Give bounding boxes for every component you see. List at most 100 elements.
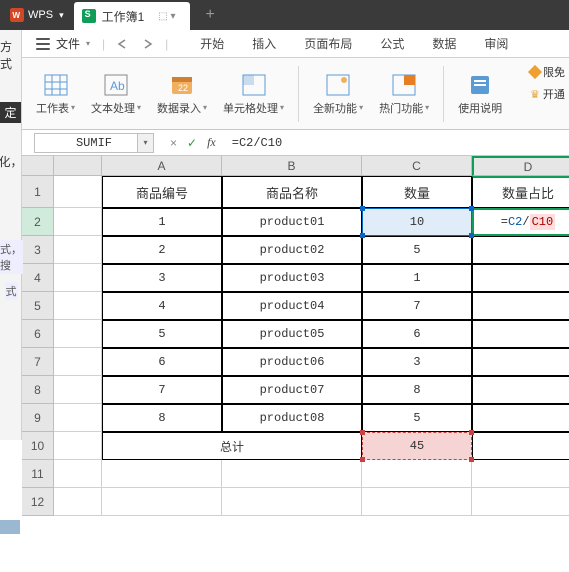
file-menu[interactable]: 文件 ▾ xyxy=(30,35,96,52)
tab-start[interactable]: 开始 xyxy=(186,30,238,57)
tool-hot-features[interactable]: 热门功能▾ xyxy=(373,64,435,123)
cell-D5[interactable] xyxy=(472,292,569,320)
cell-B12[interactable] xyxy=(222,488,362,516)
cancel-formula-button[interactable]: × xyxy=(170,136,177,150)
select-all-corner[interactable] xyxy=(22,156,54,176)
row-header-2[interactable]: 2 xyxy=(22,208,54,236)
open-vip[interactable]: ♛开通 xyxy=(530,86,565,102)
cell-B4[interactable]: product03 xyxy=(222,264,362,292)
tab-insert[interactable]: 插入 xyxy=(238,30,290,57)
fx-button[interactable]: fx xyxy=(207,135,216,150)
cell-A12[interactable] xyxy=(102,488,222,516)
cell-C12[interactable] xyxy=(362,488,472,516)
cell-A8[interactable]: 7 xyxy=(102,376,222,404)
cell-D8[interactable] xyxy=(472,376,569,404)
tool-help[interactable]: 使用说明 xyxy=(452,64,508,123)
cell-D2-editing[interactable]: =C2/C10 xyxy=(472,208,569,236)
tool-worksheet[interactable]: 工作表▾ xyxy=(30,64,81,123)
separator xyxy=(443,66,444,122)
cell-B6[interactable]: product05 xyxy=(222,320,362,348)
undo-icon[interactable] xyxy=(115,36,131,52)
cell-B9[interactable]: product08 xyxy=(222,404,362,432)
cell-B2[interactable]: product01 xyxy=(222,208,362,236)
cell-A4[interactable]: 3 xyxy=(102,264,222,292)
cell-B7[interactable]: product06 xyxy=(222,348,362,376)
cell-AB10-total[interactable]: 总计 xyxy=(102,432,362,460)
header-cell-C[interactable]: 数量 xyxy=(362,176,472,208)
col-header-A[interactable]: A xyxy=(102,156,222,176)
cell-D7[interactable] xyxy=(472,348,569,376)
tool-text-processing[interactable]: Ab 文本处理▾ xyxy=(85,64,147,123)
gutter-cell xyxy=(54,264,102,292)
row-header-5[interactable]: 5 xyxy=(22,292,54,320)
cell-A11[interactable] xyxy=(102,460,222,488)
row-header-6[interactable]: 6 xyxy=(22,320,54,348)
tab-page-layout[interactable]: 页面布局 xyxy=(290,30,366,57)
new-tab-button[interactable]: + xyxy=(190,6,231,24)
cell-C4[interactable]: 1 xyxy=(362,264,472,292)
cell-C10[interactable]: 45 xyxy=(362,432,472,460)
cell-C5[interactable]: 7 xyxy=(362,292,472,320)
cell-C3[interactable]: 5 xyxy=(362,236,472,264)
cell-A7[interactable]: 6 xyxy=(102,348,222,376)
cell-C2[interactable]: 10 xyxy=(362,208,472,236)
row-header-7[interactable]: 7 xyxy=(22,348,54,376)
document-name: 工作簿1 xyxy=(102,8,145,25)
cell-D10[interactable] xyxy=(472,432,569,460)
tool-cell-processing[interactable]: 单元格处理▾ xyxy=(217,64,290,123)
cell-D12[interactable] xyxy=(472,488,569,516)
col-header-C[interactable]: C xyxy=(362,156,472,176)
row-header-1[interactable]: 1 xyxy=(22,176,54,208)
header-cell-B[interactable]: 商品名称 xyxy=(222,176,362,208)
cell-B8[interactable]: product07 xyxy=(222,376,362,404)
spreadsheet-grid[interactable]: A B C D 1 商品编号 商品名称 数量 数量占比 2 1 product0… xyxy=(22,156,569,516)
wps-menu[interactable]: W WPS ▾ xyxy=(0,0,74,30)
tab-formula[interactable]: 公式 xyxy=(366,30,418,57)
cell-A6[interactable]: 5 xyxy=(102,320,222,348)
cell-D4[interactable] xyxy=(472,264,569,292)
cell-A5[interactable]: 4 xyxy=(102,292,222,320)
vip-limited-free[interactable]: 限免 xyxy=(530,64,565,80)
cell-C8[interactable]: 8 xyxy=(362,376,472,404)
row-header-11[interactable]: 11 xyxy=(22,460,54,488)
cell-D6[interactable] xyxy=(472,320,569,348)
row-header-8[interactable]: 8 xyxy=(22,376,54,404)
header-cell-A[interactable]: 商品编号 xyxy=(102,176,222,208)
col-header-D[interactable]: D xyxy=(472,156,569,176)
bottom-left-tab[interactable] xyxy=(0,520,20,534)
cell-A9[interactable]: 8 xyxy=(102,404,222,432)
row-header-9[interactable]: 9 xyxy=(22,404,54,432)
name-box[interactable]: SUMIF ▾ xyxy=(34,133,154,153)
col-header-B[interactable]: B xyxy=(222,156,362,176)
cell-B5[interactable]: product04 xyxy=(222,292,362,320)
confirm-formula-button[interactable]: ✓ xyxy=(187,136,197,150)
cell-C11[interactable] xyxy=(362,460,472,488)
cell-D3[interactable] xyxy=(472,236,569,264)
cell-D11[interactable] xyxy=(472,460,569,488)
cell-A3[interactable]: 2 xyxy=(102,236,222,264)
tool-data-entry[interactable]: 22 数据录入▾ xyxy=(151,64,213,123)
cell-B11[interactable] xyxy=(222,460,362,488)
chevron-down-icon: ▾ xyxy=(86,39,90,48)
row-header-10[interactable]: 10 xyxy=(22,432,54,460)
cell-C9[interactable]: 5 xyxy=(362,404,472,432)
cell-C6[interactable]: 6 xyxy=(362,320,472,348)
name-box-dropdown[interactable]: ▾ xyxy=(137,134,153,152)
row-header-3[interactable]: 3 xyxy=(22,236,54,264)
redo-icon[interactable] xyxy=(139,36,155,52)
cell-A2[interactable]: 1 xyxy=(102,208,222,236)
tool-new-features[interactable]: 全新功能▾ xyxy=(307,64,369,123)
hot-grid-icon xyxy=(390,72,418,98)
document-tab[interactable]: 工作簿1 ⬚ ▾ xyxy=(74,2,190,30)
formula-ref-c10: C10 xyxy=(530,214,556,230)
tab-review[interactable]: 审阅 xyxy=(470,30,522,57)
row-header-4[interactable]: 4 xyxy=(22,264,54,292)
cell-C7[interactable]: 3 xyxy=(362,348,472,376)
tab-controls[interactable]: ⬚ ▾ xyxy=(158,11,175,22)
cell-D9[interactable] xyxy=(472,404,569,432)
cell-B3[interactable]: product02 xyxy=(222,236,362,264)
tab-data[interactable]: 数据 xyxy=(418,30,470,57)
row-header-12[interactable]: 12 xyxy=(22,488,54,516)
formula-input[interactable]: =C2/C10 xyxy=(226,133,569,153)
header-cell-D[interactable]: 数量占比 xyxy=(472,176,569,208)
